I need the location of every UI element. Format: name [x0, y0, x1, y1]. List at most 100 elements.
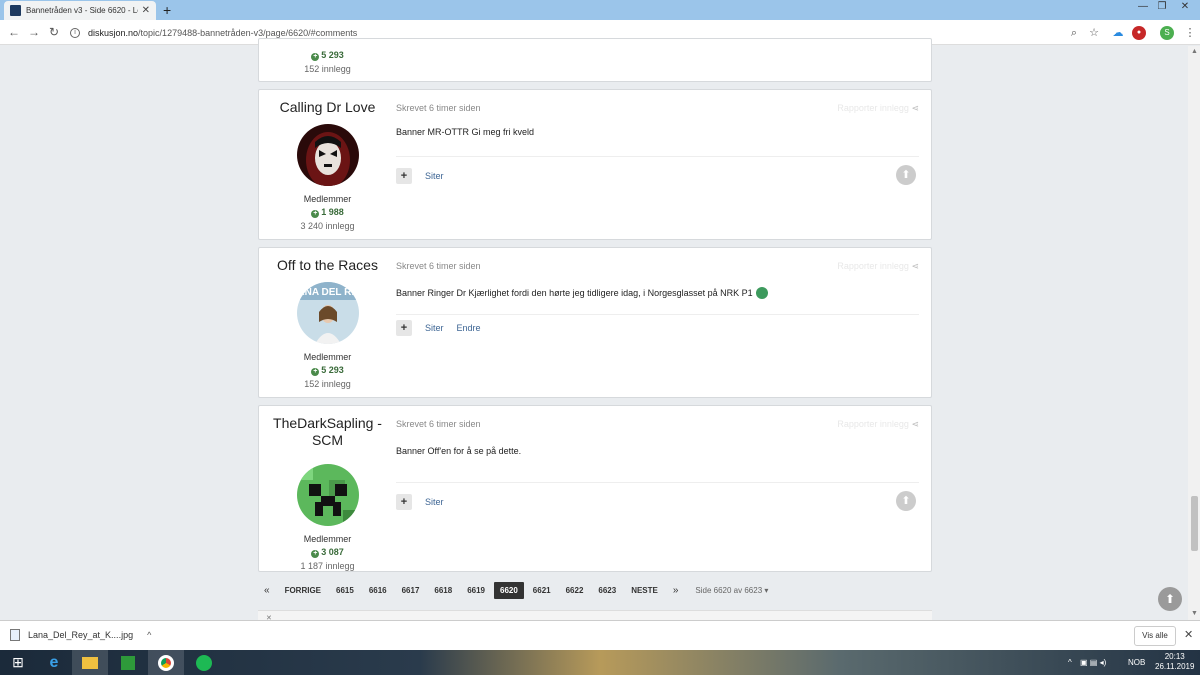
zoom-icon[interactable]: ⌕: [1067, 26, 1081, 40]
back-to-top-icon[interactable]: ⬆: [1158, 587, 1182, 611]
scroll-down-arrow-icon[interactable]: ▼: [1191, 610, 1198, 617]
bookmark-star-icon[interactable]: ☆: [1087, 26, 1101, 40]
member-role: Medlemmer: [303, 534, 352, 544]
multiquote-button[interactable]: +: [396, 168, 412, 184]
profile-avatar[interactable]: S: [1160, 26, 1174, 40]
page-6620-current[interactable]: 6620: [494, 582, 524, 599]
tray-icons[interactable]: ▣ ▤ ◂): [1080, 658, 1106, 667]
page-6621[interactable]: 6621: [526, 582, 557, 599]
first-page-button[interactable]: «: [258, 582, 276, 599]
close-window-button[interactable]: ✕: [1174, 0, 1196, 16]
post-actions: + Siter: [396, 168, 457, 184]
forward-icon[interactable]: →: [24, 25, 44, 39]
pagination: « FORRIGE 6615 6616 6617 6618 6619 6620 …: [258, 582, 768, 599]
member-role: Medlemmer: [303, 352, 352, 362]
restore-button[interactable]: ❐: [1151, 0, 1173, 16]
post-divider: [396, 482, 919, 483]
scroll-up-arrow-icon[interactable]: ▲: [1191, 48, 1198, 55]
post-author-panel: TheDarkSapling - SCM Medlemmer +3 087 1 …: [259, 406, 396, 571]
report-link[interactable]: Rapporter innlegg ⋖: [837, 261, 919, 272]
browser-tab[interactable]: Bannetråden v3 - Side 6620 - Le ✕: [4, 1, 156, 20]
forum-post: +5 293 152 innlegg: [258, 38, 932, 82]
author-name[interactable]: TheDarkSapling - SCM: [259, 415, 396, 449]
report-link[interactable]: Rapporter innlegg ⋖: [837, 103, 919, 114]
cloud-extension-icon[interactable]: ☁: [1111, 26, 1125, 40]
author-name[interactable]: Calling Dr Love: [259, 99, 396, 116]
post-author-panel: Calling Dr Love Medlemmer +1 988 3 240 i…: [259, 90, 396, 231]
file-explorer-icon[interactable]: [72, 650, 108, 675]
extension-badge-icon[interactable]: ●: [1132, 26, 1146, 40]
reload-icon[interactable]: ↻: [44, 25, 64, 39]
multiquote-button[interactable]: +: [396, 320, 412, 336]
reputation-plus-icon: +: [311, 550, 320, 558]
page-jump-dropdown[interactable]: Side 6620 av 6623 ▾: [695, 586, 768, 595]
reputation-score: +5 293: [311, 50, 344, 61]
close-tab-icon[interactable]: ✕: [142, 5, 150, 16]
reputation-score: +3 087: [311, 547, 344, 558]
back-icon[interactable]: ←: [4, 25, 24, 39]
author-name[interactable]: Off to the Races: [259, 257, 396, 274]
quote-link[interactable]: Siter: [425, 497, 444, 507]
avatar[interactable]: LANA DEL REY: [296, 282, 359, 344]
site-favicon-icon: [10, 5, 21, 16]
chrome-icon[interactable]: [148, 650, 184, 675]
post-timestamp[interactable]: Skrevet 6 timer siden: [396, 419, 481, 429]
quote-link[interactable]: Siter: [425, 323, 444, 333]
reputation-plus-icon: +: [311, 368, 320, 376]
store-icon[interactable]: [110, 650, 146, 675]
post-count: 152 innlegg: [304, 379, 351, 389]
new-tab-button[interactable]: +: [163, 2, 171, 18]
avatar[interactable]: [296, 124, 359, 186]
post-actions: + Siter: [396, 494, 457, 510]
prev-page-button[interactable]: FORRIGE: [278, 582, 328, 599]
post-body: Banner MR-OTTR Gi meg fri kveld: [396, 127, 535, 137]
last-page-button[interactable]: »: [666, 582, 685, 599]
page-6616[interactable]: 6616: [362, 582, 393, 599]
show-all-downloads-button[interactable]: Vis alle: [1134, 626, 1176, 646]
share-icon[interactable]: ⋖: [911, 103, 919, 113]
chevron-up-icon[interactable]: ^: [147, 630, 151, 640]
reputation-score: +5 293: [311, 365, 344, 376]
windows-start-icon[interactable]: ⊞: [0, 650, 36, 675]
upvote-icon[interactable]: ⬆: [896, 165, 916, 185]
page-6619[interactable]: 6619: [461, 582, 491, 599]
post-author-panel: Off to the Races LANA DEL REY Medlemmer …: [259, 248, 396, 389]
tray-expand-icon[interactable]: ^: [1068, 658, 1072, 667]
close-download-bar-icon[interactable]: ✕: [1184, 628, 1193, 641]
menu-kebab-icon[interactable]: ⋮: [1183, 26, 1197, 40]
page-6622[interactable]: 6622: [559, 582, 590, 599]
scrollbar-thumb[interactable]: [1191, 496, 1198, 551]
url-text[interactable]: diskusjon.no/topic/1279488-bannetråden-v…: [88, 28, 357, 38]
post-body: Banner Off'en for å se på dette.: [396, 446, 522, 456]
spotify-icon[interactable]: [186, 650, 222, 675]
internet-explorer-icon[interactable]: e: [36, 650, 72, 675]
post-divider: [396, 156, 919, 157]
avatar[interactable]: [296, 464, 359, 526]
forum-post: Off to the Races LANA DEL REY Medlemmer …: [258, 247, 932, 398]
site-info-icon[interactable]: i: [70, 27, 80, 38]
share-icon[interactable]: ⋖: [911, 419, 919, 429]
svg-text:LANA DEL REY: LANA DEL REY: [297, 287, 359, 298]
multiquote-button[interactable]: +: [396, 494, 412, 510]
upvote-icon[interactable]: ⬆: [896, 491, 916, 511]
next-page-button[interactable]: NESTE: [625, 582, 664, 599]
post-author-panel: +5 293 152 innlegg: [259, 47, 396, 74]
clock[interactable]: 20:13 26.11.2019: [1155, 652, 1194, 672]
page-6623[interactable]: 6623: [592, 582, 623, 599]
page-6617[interactable]: 6617: [395, 582, 426, 599]
quote-link[interactable]: Siter: [425, 171, 444, 181]
page-6618[interactable]: 6618: [428, 582, 459, 599]
forum-post: Calling Dr Love Medlemmer +1 988 3 240 i…: [258, 89, 932, 240]
windows-taskbar: ⊞ e ^ ▣ ▤ ◂) NOB 20:13 26.11.2019: [0, 650, 1200, 675]
post-timestamp[interactable]: Skrevet 6 timer siden: [396, 103, 481, 113]
post-timestamp[interactable]: Skrevet 6 timer siden: [396, 261, 481, 271]
download-item[interactable]: Lana_Del_Rey_at_K....jpg ^: [10, 629, 151, 641]
image-file-icon: [10, 629, 20, 641]
report-link[interactable]: Rapporter innlegg ⋖: [837, 419, 919, 430]
share-icon[interactable]: ⋖: [911, 261, 919, 271]
download-filename[interactable]: Lana_Del_Rey_at_K....jpg: [28, 630, 133, 640]
input-language[interactable]: NOB: [1128, 658, 1145, 667]
reputation-score: +1 988: [311, 207, 344, 218]
edit-link[interactable]: Endre: [457, 323, 481, 333]
page-6615[interactable]: 6615: [330, 582, 360, 599]
